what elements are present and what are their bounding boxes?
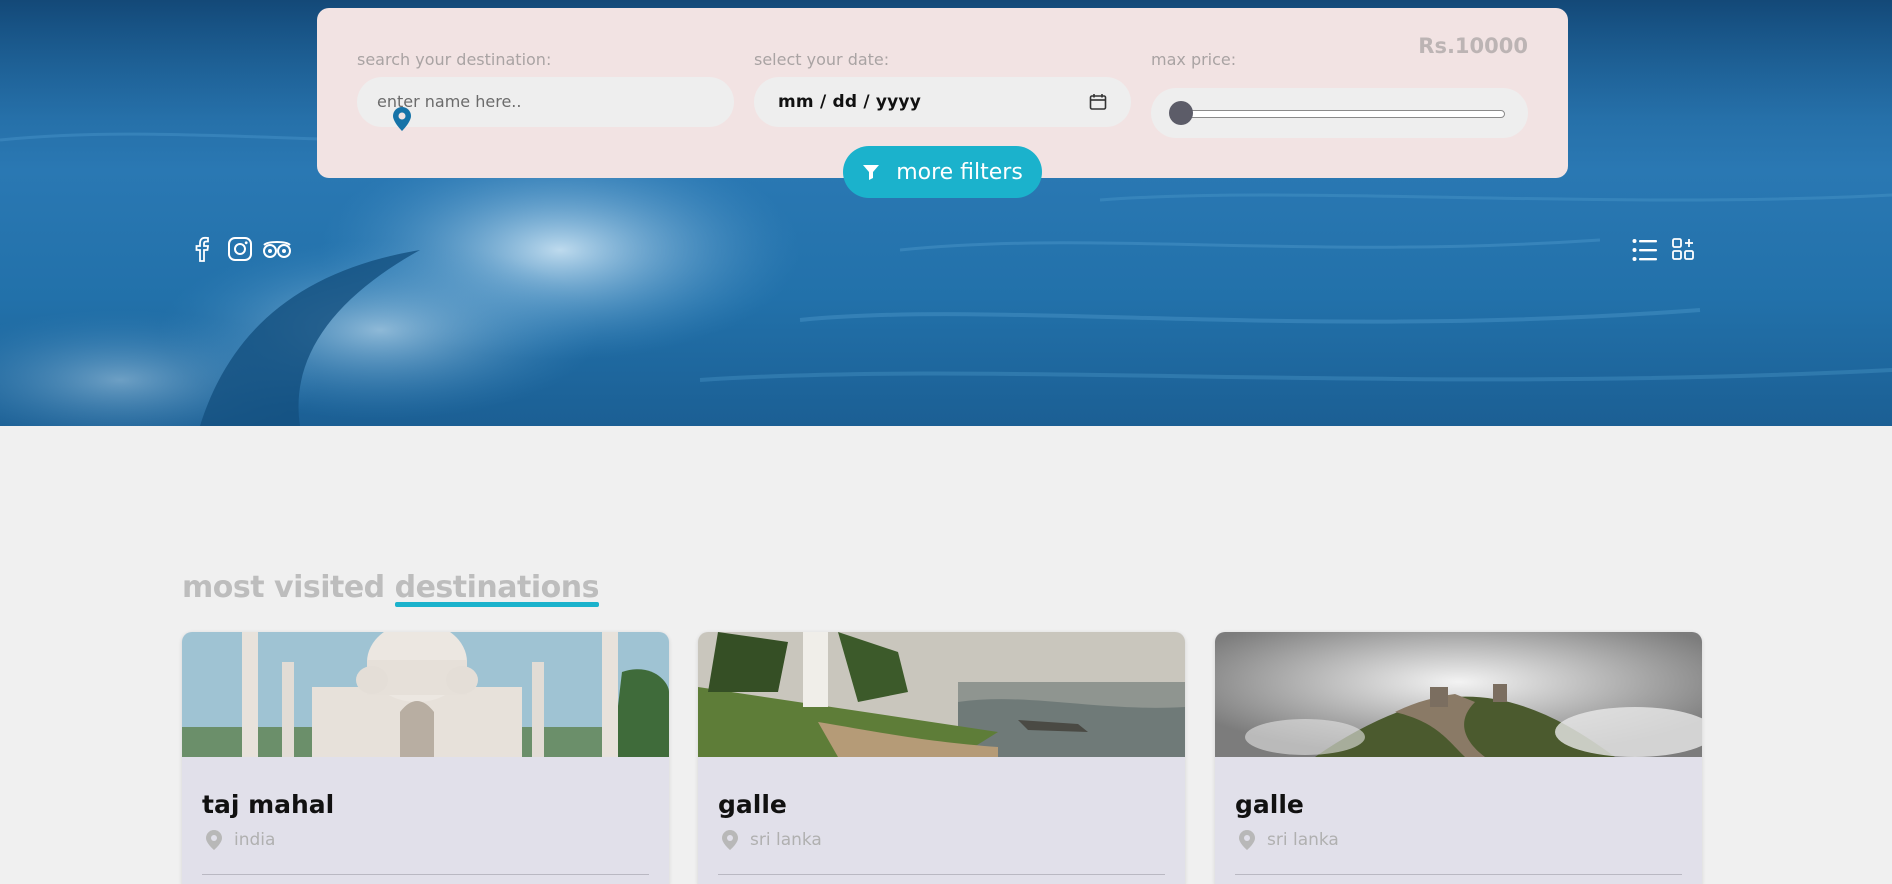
date-placeholder: mm / dd / yyyy [778,92,921,112]
date-input[interactable]: mm / dd / yyyy [754,77,1131,127]
more-filters-button[interactable]: more filters [843,146,1042,198]
hero-banner: search your destination: enter name here… [0,0,1892,426]
slider-track[interactable] [1175,110,1505,118]
location-pin-icon [1239,830,1255,850]
destination-card[interactable]: galle sri lanka [698,632,1185,884]
calendar-icon[interactable] [1089,93,1107,111]
search-input[interactable]: enter name here.. [357,77,734,131]
section-title-accent: destinations [394,570,600,605]
destination-name: galle [1235,790,1304,819]
filter-icon [863,165,880,180]
destination-location: india [206,830,275,850]
card-divider [1235,874,1682,875]
destination-name: taj mahal [202,790,335,819]
section-title: most visited destinations [182,570,599,605]
destination-image [1215,632,1702,757]
slider-thumb[interactable] [1169,101,1193,125]
more-filters-label: more filters [896,159,1023,185]
price-label: max price: [1151,50,1237,69]
destination-location: sri lanka [722,830,822,850]
destination-image [182,632,669,757]
location-text: india [234,830,276,850]
price-value: Rs.10000 [1418,34,1528,58]
location-text: sri lanka [1267,830,1339,850]
destination-card[interactable]: galle sri lanka [1215,632,1702,884]
tripadvisor-icon[interactable] [262,236,292,262]
card-divider [718,874,1165,875]
instagram-icon[interactable] [227,236,253,262]
destination-name: galle [718,790,787,819]
grid-view-icon[interactable] [1672,238,1694,260]
destination-card[interactable]: taj mahal india [182,632,669,884]
destination-location: sri lanka [1239,830,1339,850]
destination-image [698,632,1185,757]
section-title-plain: most visited [182,570,395,605]
search-label: search your destination: [357,50,552,69]
location-pin-icon [206,830,222,850]
facebook-icon[interactable] [194,236,210,262]
price-slider[interactable] [1151,88,1528,138]
card-divider [202,874,649,875]
location-text: sri lanka [750,830,822,850]
list-view-icon[interactable] [1632,238,1658,262]
location-pin-icon [722,830,738,850]
date-label: select your date: [754,50,890,69]
location-pin-icon [393,107,411,131]
